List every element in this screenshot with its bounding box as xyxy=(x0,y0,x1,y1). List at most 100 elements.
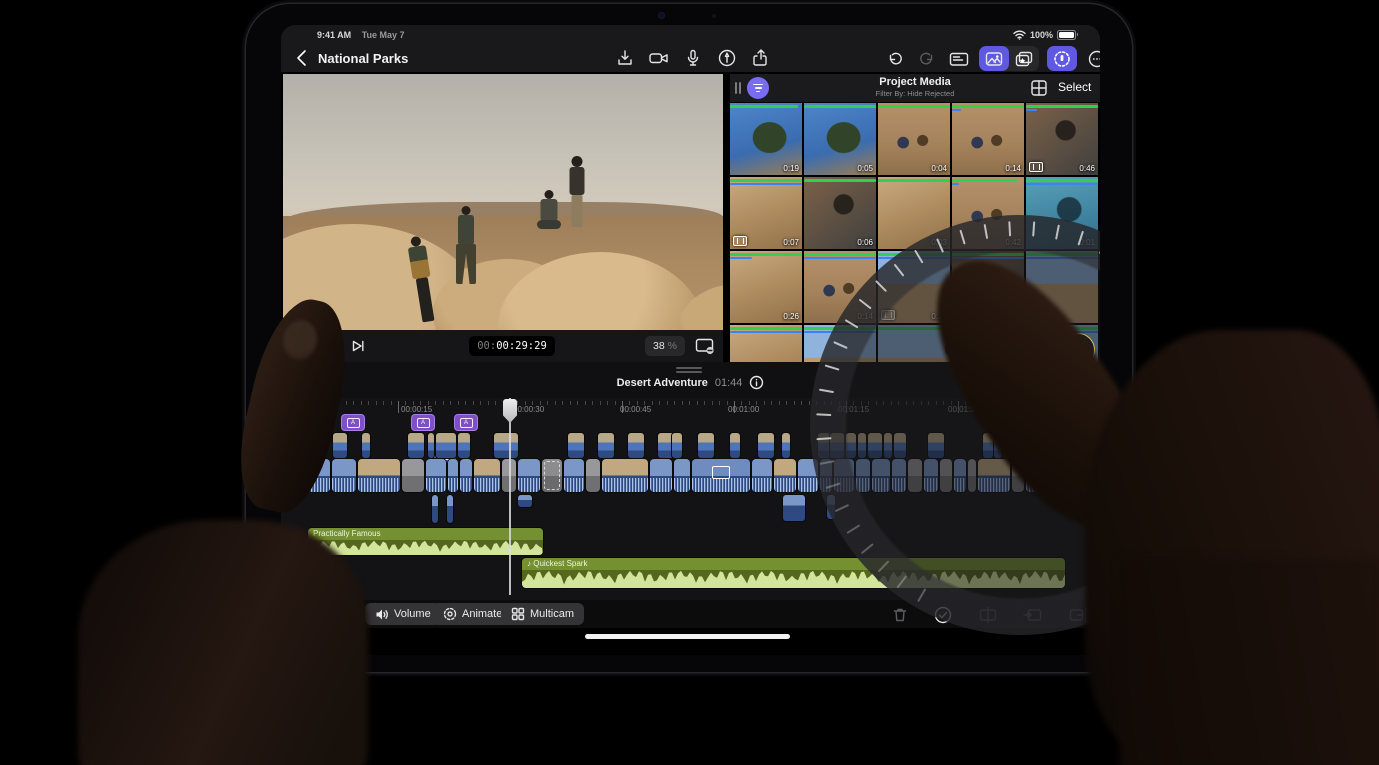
panel-resize-handle[interactable] xyxy=(735,82,741,94)
title-clip-badge[interactable]: A xyxy=(454,414,478,431)
selection-bar xyxy=(804,257,876,260)
next-frame-button[interactable] xyxy=(351,339,365,353)
import-media-button[interactable] xyxy=(614,48,636,68)
storyline-clip[interactable] xyxy=(674,459,690,492)
back-button[interactable] xyxy=(293,48,313,68)
storyline-clip[interactable] xyxy=(542,459,562,492)
voice-isolation-button[interactable] xyxy=(1047,46,1077,71)
ruler-tick xyxy=(712,401,713,405)
multicam-button[interactable]: Multicam xyxy=(501,603,584,625)
media-clip[interactable]: 0:26 xyxy=(730,251,802,323)
connected-clip[interactable] xyxy=(458,433,470,458)
ruler-tick xyxy=(704,401,705,405)
title-letter-icon: A xyxy=(347,418,360,428)
microphone-icon xyxy=(683,48,703,68)
connected-clip[interactable] xyxy=(758,433,774,458)
storyline-clip[interactable] xyxy=(564,459,584,492)
playback-controls: 00:00:29:29 38 % xyxy=(283,330,723,362)
storyline-clip[interactable] xyxy=(586,459,600,492)
home-indicator[interactable] xyxy=(585,634,790,639)
media-clip[interactable]: 0:14 xyxy=(952,103,1024,175)
connected-clip[interactable] xyxy=(494,433,518,458)
video-viewer[interactable] xyxy=(283,74,723,330)
audio-clip[interactable]: Practically Famous xyxy=(308,528,543,555)
connected-clip-below[interactable] xyxy=(518,495,532,507)
info-button[interactable] xyxy=(749,375,764,390)
filter-button[interactable] xyxy=(747,77,769,99)
storyline-clip[interactable] xyxy=(426,459,446,492)
animate-icon xyxy=(443,607,457,621)
connected-clip[interactable] xyxy=(333,433,347,458)
ruler-tick xyxy=(458,401,459,405)
connected-clip[interactable] xyxy=(428,433,434,458)
share-button[interactable] xyxy=(750,48,772,68)
title-clip-badge[interactable]: A xyxy=(341,414,365,431)
media-clip[interactable]: 0:05 xyxy=(804,103,876,175)
ruler-tick xyxy=(555,401,556,405)
media-panel-title: Project Media xyxy=(820,76,1010,88)
storyline-clip[interactable] xyxy=(602,459,648,492)
redo-button[interactable] xyxy=(915,47,939,71)
pencil-tools-button[interactable] xyxy=(716,48,738,68)
connected-clip-below[interactable] xyxy=(432,495,438,523)
connected-clip[interactable] xyxy=(408,433,424,458)
connected-clip[interactable] xyxy=(436,433,456,458)
connected-clip[interactable] xyxy=(782,433,790,458)
storyline-clip[interactable] xyxy=(402,459,424,492)
ruler-tick xyxy=(771,401,772,405)
titles-button[interactable] xyxy=(947,47,971,71)
timeline-resize-handle[interactable] xyxy=(676,367,702,375)
more-button[interactable] xyxy=(1085,47,1100,71)
storyline-clip[interactable] xyxy=(650,459,672,492)
media-browser-button[interactable] xyxy=(979,46,1009,71)
storyline-clip[interactable] xyxy=(332,459,356,492)
record-video-button[interactable] xyxy=(648,48,670,68)
media-clip[interactable]: 0:06 xyxy=(804,177,876,249)
storyline-clip[interactable] xyxy=(358,459,400,492)
connected-clip-below[interactable] xyxy=(783,495,805,521)
storyline-clip[interactable] xyxy=(752,459,772,492)
undo-button[interactable] xyxy=(883,47,907,71)
connected-clip[interactable] xyxy=(568,433,584,458)
effects-browser-button[interactable] xyxy=(1009,46,1039,71)
pencil-circle-icon xyxy=(717,48,737,68)
media-clip[interactable]: 0:04 xyxy=(878,103,950,175)
title-clip-badge[interactable]: A xyxy=(411,414,435,431)
connected-clip[interactable] xyxy=(672,433,682,458)
media-panel-header: Project Media Filter By: Hide Rejected S… xyxy=(730,74,1100,102)
ruler-tick xyxy=(652,401,653,405)
playhead-handle[interactable] xyxy=(503,399,517,423)
clip-waveform xyxy=(752,478,772,492)
storyline-clip[interactable] xyxy=(774,459,796,492)
share-icon xyxy=(751,48,771,68)
connected-clip[interactable] xyxy=(698,433,714,458)
media-clip[interactable] xyxy=(730,325,802,362)
zoom-value: 38 xyxy=(653,340,665,352)
connected-clip-below[interactable] xyxy=(447,495,453,523)
browser-segmented-control xyxy=(979,46,1039,71)
storyline-clip[interactable] xyxy=(460,459,472,492)
right-toolbar xyxy=(883,46,1100,71)
connected-clip[interactable] xyxy=(362,433,370,458)
select-button[interactable]: Select xyxy=(1058,80,1091,94)
grid-view-button[interactable] xyxy=(1030,79,1048,97)
storyline-clip[interactable] xyxy=(474,459,500,492)
ruler-tick xyxy=(719,401,720,405)
connected-clip[interactable] xyxy=(598,433,614,458)
ruler-tick xyxy=(779,401,780,405)
connected-clip[interactable] xyxy=(730,433,740,458)
playhead[interactable] xyxy=(509,398,511,595)
media-clip[interactable]: 0:19 xyxy=(730,103,802,175)
voiceover-button[interactable] xyxy=(682,48,704,68)
volume-button[interactable]: Volume xyxy=(365,603,441,625)
viewer-options-button[interactable] xyxy=(695,338,715,355)
connected-clip[interactable] xyxy=(628,433,644,458)
storyline-clip[interactable] xyxy=(518,459,540,492)
storyline-clip[interactable] xyxy=(692,459,750,492)
zoom-level-control[interactable]: 38 % xyxy=(645,336,685,356)
ruler-tick xyxy=(786,401,787,405)
storyline-clip[interactable] xyxy=(448,459,458,492)
media-clip[interactable]: 0:46 xyxy=(1026,103,1098,175)
media-clip[interactable]: 0:07 xyxy=(730,177,802,249)
delete-clip-button[interactable] xyxy=(889,604,911,626)
